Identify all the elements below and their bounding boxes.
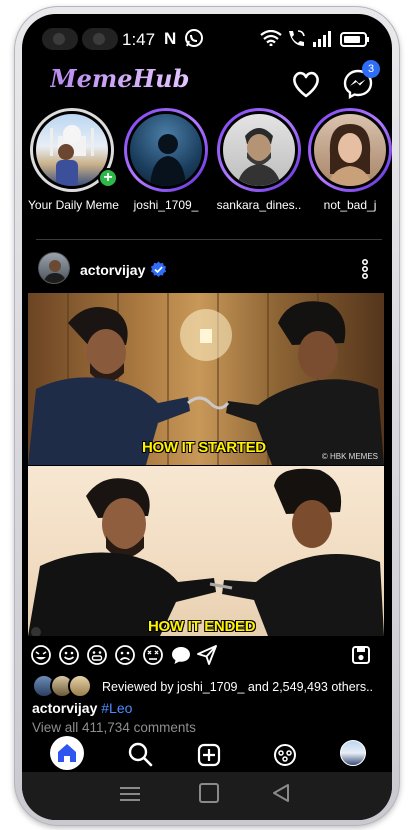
laugh-reaction-icon[interactable] (30, 644, 52, 666)
story-label: Your Daily Meme (28, 198, 119, 212)
story-sankara[interactable]: sankara_dines.. (215, 108, 303, 212)
nav-profile-avatar[interactable] (340, 740, 366, 766)
meme-caption-bottom: HOW IT ENDED (148, 618, 256, 635)
story-ring (217, 108, 301, 192)
story-not-bad[interactable]: not_bad_j (306, 108, 392, 212)
wifi-call-icon (289, 30, 305, 46)
avatar (68, 674, 92, 698)
happy-reaction-icon[interactable] (58, 644, 80, 666)
meme-caption-top: HOW IT STARTED (142, 439, 266, 456)
share-icon[interactable] (196, 644, 218, 666)
signal-icon (313, 31, 331, 47)
post-username[interactable]: actorvijay (80, 262, 145, 278)
meme-photo-ended (28, 468, 384, 636)
story-joshi[interactable]: joshi_1709_ (122, 108, 210, 212)
story-ring (308, 108, 392, 192)
back-icon[interactable] (270, 782, 292, 804)
grin-reaction-icon[interactable] (86, 644, 108, 666)
avatar-photo (43, 260, 67, 283)
story-label: sankara_dines.. (216, 198, 302, 212)
system-navigation-bar (22, 772, 392, 820)
nav-home[interactable] (50, 736, 84, 770)
battery-icon (340, 32, 369, 47)
camera-lens (42, 28, 78, 50)
comment-icon[interactable] (170, 644, 192, 666)
dizzy-reaction-icon[interactable] (142, 644, 164, 666)
clock: 1:47 (122, 30, 156, 49)
post-caption: actorvijay #Leo (32, 700, 132, 716)
create-post-icon[interactable] (192, 738, 226, 772)
liked-by-avatars[interactable] (32, 674, 96, 700)
screen: 1:47 N MemeHub 3 + Your Daily Meme joshi… (22, 14, 392, 820)
silhouette-photo (150, 134, 186, 186)
liked-by-text[interactable]: Reviewed by joshi_1709_ and 2,549,493 ot… (102, 680, 373, 694)
story-avatar (127, 111, 205, 189)
story-avatar (311, 111, 389, 189)
carrier-glyph: N (164, 29, 177, 48)
home-icon (58, 744, 76, 762)
home-square-icon[interactable] (198, 782, 220, 804)
portrait-photo (328, 124, 372, 186)
wifi-icon (260, 30, 282, 46)
save-icon[interactable] (350, 644, 372, 666)
heart-icon[interactable] (290, 68, 322, 100)
caption-hashtag[interactable]: #Leo (101, 700, 132, 716)
add-story-icon[interactable]: + (98, 168, 118, 188)
more-options-icon[interactable] (359, 258, 371, 280)
image-credit: © HBK MEMES (321, 452, 378, 461)
story-label: not_bad_j (323, 198, 377, 212)
verified-badge-icon (150, 261, 167, 278)
story-avatar (220, 111, 298, 189)
sad-reaction-icon[interactable] (114, 644, 136, 666)
search-icon[interactable] (124, 738, 158, 772)
post-author-avatar[interactable] (38, 252, 70, 284)
story-label: joshi_1709_ (133, 198, 199, 212)
post-image-bottom[interactable]: HOW IT ENDED (28, 466, 384, 636)
caption-username[interactable]: actorvijay (32, 700, 97, 716)
camera-lens (82, 28, 118, 50)
messenger-badge: 3 (362, 60, 380, 78)
portrait-photo (237, 128, 281, 186)
post-image-top[interactable]: HOW IT STARTED © HBK MEMES (28, 293, 384, 465)
whatsapp-icon (185, 29, 203, 47)
story-ring (124, 108, 208, 192)
divider (36, 239, 382, 240)
story-your-daily-meme[interactable]: + Your Daily Meme (28, 108, 119, 212)
recents-menu-icon[interactable] (118, 784, 142, 804)
games-icon[interactable] (268, 738, 302, 772)
status-bar: 1:47 N (22, 14, 392, 58)
view-comments-link[interactable]: View all 411,734 comments (32, 720, 196, 735)
app-logo[interactable]: MemeHub (50, 64, 189, 93)
